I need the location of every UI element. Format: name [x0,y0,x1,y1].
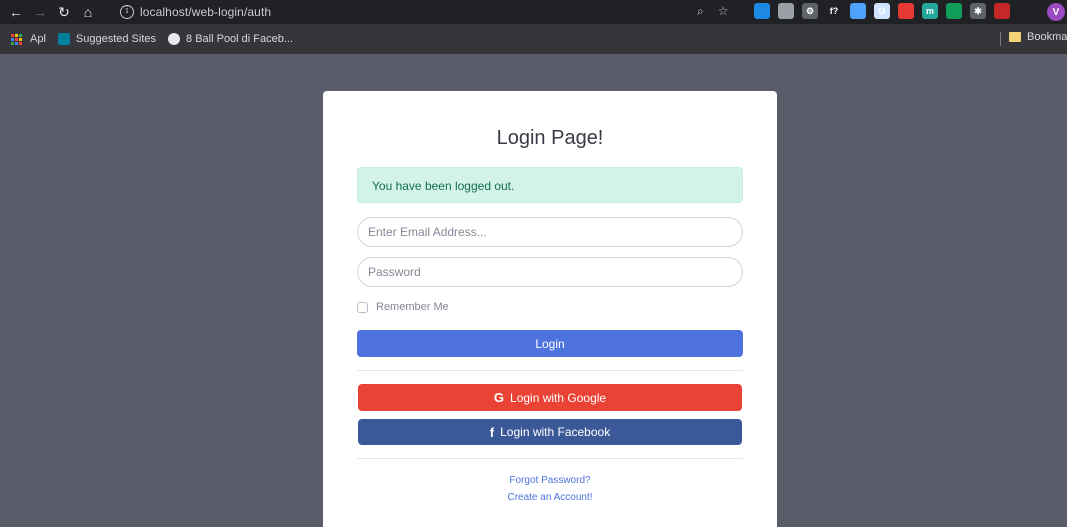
remember-me[interactable]: Remember Me [357,301,449,313]
remember-checkbox[interactable] [357,301,368,313]
ext-ring-icon[interactable]: O [874,3,890,19]
bookmark-suggested-label: Suggested Sites [75,33,157,45]
create-account-link[interactable]: Create an Account! [323,492,777,503]
login-card: Login Page! You have been logged out. Re… [323,91,777,527]
bookmark-other-label: Bookmar [1027,31,1067,43]
arrow-left-icon: ← [9,4,23,20]
address-bar[interactable]: i localhost/web-login/auth [112,2,744,22]
bookmark-other[interactable]: Bookmar [1009,31,1067,43]
facebook-login-label: Login with Facebook [500,425,611,439]
browser-toolbar: ← → ↻ ⌂ i localhost/web-login/auth ⌕ ☆ ⚙… [0,0,1067,24]
divider [357,370,743,371]
bookmarks-separator [1000,32,1001,46]
logout-alert: You have been logged out. [357,167,743,203]
reload-icon: ↻ [58,3,70,20]
address-url[interactable]: localhost/web-login/auth [140,5,271,19]
ext-m-icon[interactable]: m [922,3,938,19]
forward-button[interactable]: → [28,0,52,24]
bookmarks-bar: Apl Suggested Sites 8 Ball Pool di Faceb… [0,24,1067,54]
facebook-icon: f [489,424,495,440]
ext-green-leaf-icon[interactable] [946,3,962,19]
bookmark-apps-label: Apl [30,33,46,45]
apps-grid-icon [11,33,22,45]
password-field[interactable] [357,257,743,287]
globe-icon [168,33,181,45]
folder-icon [1009,32,1021,42]
bookmark-8ball[interactable]: 8 Ball Pool di Faceb... [168,33,293,45]
extension-icons: ⚙ f? Om ✱ [754,3,1010,19]
divider [357,458,743,459]
google-login-label: Login with Google [510,390,607,405]
omnibox-actions: ⌕ ☆ [697,4,729,19]
ext-globe-icon[interactable] [778,3,794,19]
zoom-icon[interactable]: ⌕ [697,4,704,19]
facebook-login-button[interactable]: f Login with Facebook [358,419,742,445]
reload-button[interactable]: ↻ [52,0,76,24]
email-field[interactable] [357,217,743,247]
ext-puzzle-icon[interactable]: ✱ [970,3,986,19]
star-icon[interactable]: ☆ [718,4,729,19]
back-button[interactable]: ← [4,0,28,24]
ext-gear-icon[interactable]: ⚙ [802,3,818,19]
bookmark-suggested-sites[interactable]: Suggested Sites [57,33,157,45]
ext-formula-icon[interactable]: f? [826,3,842,19]
login-button[interactable]: Login [357,330,743,357]
ext-blue-square-icon[interactable] [754,3,770,19]
forgot-password-link[interactable]: Forgot Password? [323,475,777,486]
home-icon: ⌂ [83,4,93,20]
google-login-button[interactable]: G Login with Google [358,384,742,411]
remember-label: Remember Me [376,301,449,313]
ext-new-badge-icon[interactable] [898,3,914,19]
ext-circle-blue-icon[interactable] [850,3,866,19]
arrow-right-icon: → [33,4,47,20]
bookmark-apps[interactable]: Apl [11,33,46,45]
ext-red-shield-icon[interactable] [994,3,1010,19]
bookmark-8ball-label: 8 Ball Pool di Faceb... [186,33,294,45]
page-title: Login Page! [496,127,604,149]
google-icon: G [493,390,505,405]
info-icon[interactable]: i [120,5,134,19]
home-button[interactable]: ⌂ [76,0,100,24]
bing-icon [57,33,70,45]
profile-avatar[interactable]: V [1047,3,1065,21]
